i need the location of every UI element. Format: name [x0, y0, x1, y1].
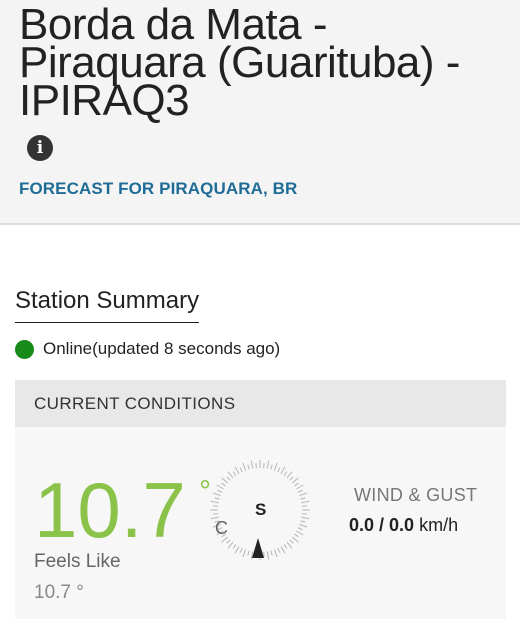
current-conditions-header: CURRENT CONDITIONS: [15, 380, 506, 427]
wind-unit: km/h: [414, 515, 459, 535]
station-header: Borda da Mata - Piraquara (Guarituba) - …: [0, 0, 520, 225]
gust-speed: 0.0: [389, 515, 415, 535]
compass-unit-label: C: [215, 518, 228, 538]
station-title: Borda da Mata - Piraquara (Guarituba) - …: [19, 0, 460, 125]
current-conditions-label: CURRENT CONDITIONS: [34, 394, 236, 413]
wind-gust-label: WIND & GUST: [354, 485, 478, 505]
wind-separator: /: [374, 515, 390, 535]
station-summary-title: Station Summary: [15, 287, 200, 323]
wind-gust-values: 0.0 / 0.0 km/h: [349, 515, 458, 536]
status-text: Online(updated 8 seconds ago): [43, 339, 281, 358]
feels-like-value: 10.7 °: [34, 582, 84, 603]
temperature-value: 10.7: [34, 466, 186, 554]
wind-speed: 0.0: [349, 515, 375, 535]
forecast-link[interactable]: FORECAST FOR PIRAQUARA, BR: [19, 179, 297, 199]
feels-like-label: Feels Like: [34, 551, 121, 572]
compass-direction: S: [255, 500, 267, 519]
status-row: Online(updated 8 seconds ago): [15, 339, 280, 359]
online-status-dot-icon: [15, 339, 34, 359]
info-icon[interactable]: i: [27, 135, 53, 161]
current-conditions-panel: 10.7 ° C S Feels Like 10.7 ° WIND & GUST…: [15, 427, 506, 619]
